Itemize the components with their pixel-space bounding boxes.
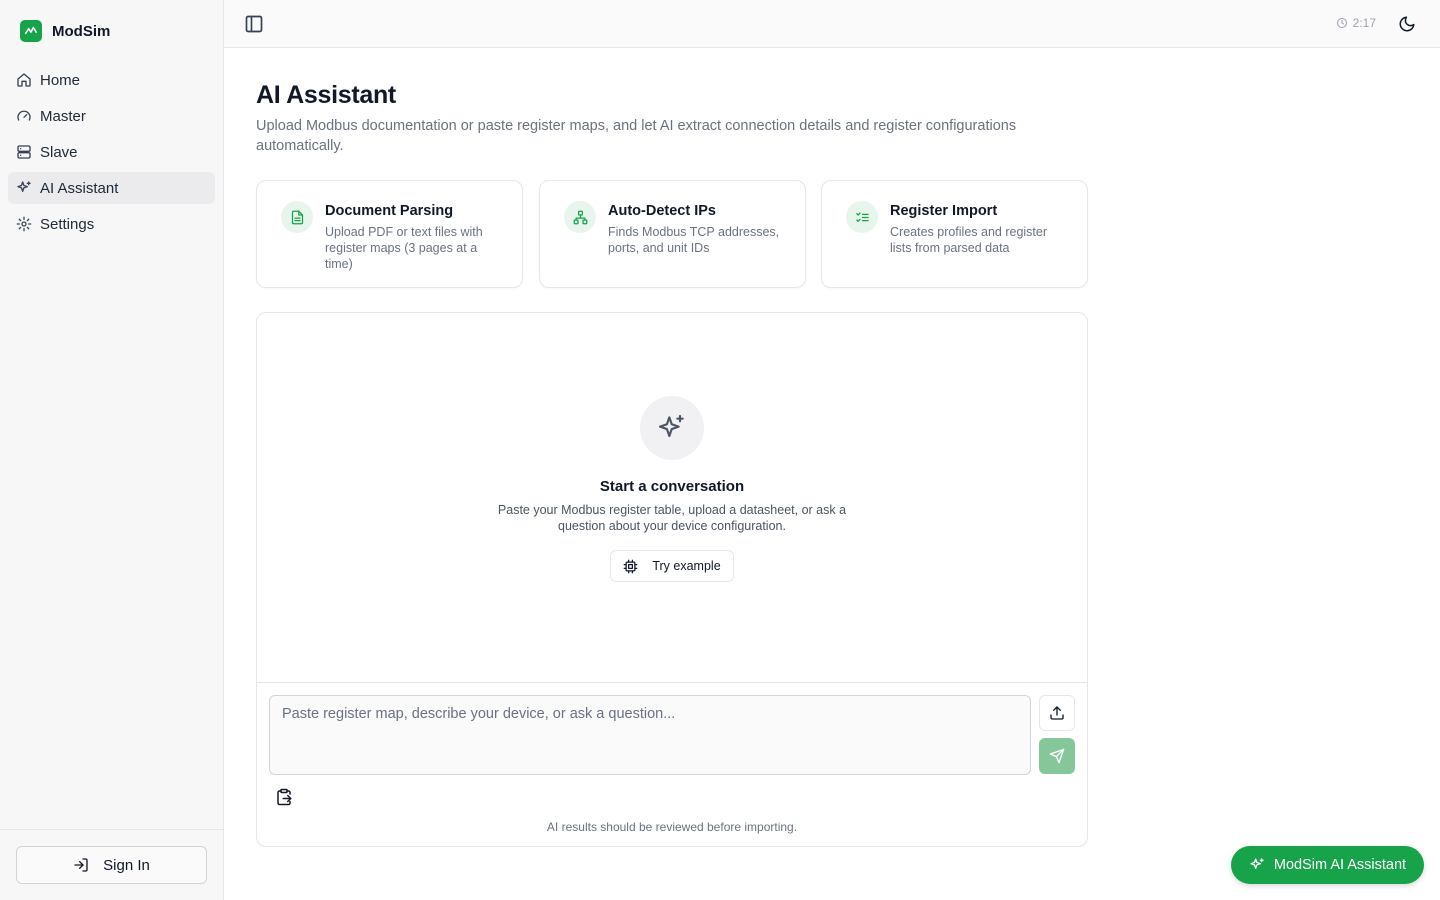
feature-card-document-parsing: Document Parsing Upload PDF or text file… [256, 180, 523, 288]
feature-title: Register Import [890, 203, 998, 219]
timer-value: 2:17 [1352, 16, 1376, 30]
clock-icon [1336, 17, 1348, 29]
page-description: Upload Modbus documentation or paste reg… [256, 118, 1017, 154]
sidebar-item-slave[interactable]: Slave [8, 136, 215, 168]
activity-logo-icon [20, 20, 42, 42]
home-icon [16, 72, 32, 88]
send-button[interactable] [1039, 738, 1075, 774]
try-example-label: Try example [652, 559, 721, 573]
empty-state-title: Start a conversation [599, 478, 745, 495]
page-title: AI Assistant [256, 81, 396, 109]
sparkles-icon [640, 396, 704, 460]
feature-card-auto-detect-ips: Auto-Detect IPs Finds Modbus TCP address… [539, 180, 806, 288]
clipboard-paste-icon[interactable] [275, 788, 293, 806]
list-checks-icon [846, 201, 878, 233]
try-example-button[interactable]: Try example [610, 550, 734, 582]
sidebar-nav: Home Master Slave AI Assistant Settings [8, 64, 215, 244]
network-icon [564, 201, 596, 233]
sparkles-icon [1249, 857, 1265, 873]
ai-disclaimer: AI results should be reviewed before imp… [546, 820, 798, 834]
sidebar-toggle-icon[interactable] [244, 14, 264, 34]
sidebar-item-ai-assistant[interactable]: AI Assistant [8, 172, 215, 204]
sidebar-item-label: Home [40, 71, 81, 89]
gear-icon [16, 216, 32, 232]
sidebar-item-label: Settings [40, 215, 95, 233]
feature-description: Creates profiles and register lists from… [890, 225, 1048, 255]
moon-icon[interactable] [1398, 15, 1416, 33]
feature-title: Document Parsing [325, 203, 454, 219]
ai-assistant-fab-button[interactable]: ModSim AI Assistant [1231, 846, 1424, 884]
log-in-icon [73, 857, 89, 873]
sidebar-item-label: Master [40, 107, 86, 125]
brand-name: ModSim [52, 22, 111, 40]
upload-file-button[interactable] [1039, 695, 1075, 731]
sidebar-item-label: AI Assistant [40, 179, 119, 197]
gauge-icon [16, 108, 32, 124]
sign-in-label: Sign In [103, 856, 150, 874]
upload-icon [1049, 705, 1065, 721]
cpu-icon [623, 559, 638, 574]
sidebar-item-home[interactable]: Home [8, 64, 215, 96]
feature-card-register-import: Register Import Creates profiles and reg… [821, 180, 1088, 288]
server-icon [16, 144, 32, 160]
chat-panel: Start a conversation Paste your Modbus r… [256, 312, 1088, 847]
sidebar: ModSim Home Master Slave AI Assistant Se… [0, 0, 224, 900]
sign-in-button[interactable]: Sign In [16, 846, 207, 884]
brand[interactable]: ModSim [20, 20, 110, 42]
sparkles-icon [16, 180, 32, 196]
send-icon [1049, 748, 1065, 764]
sidebar-footer: Sign In [0, 829, 223, 900]
feature-description: Upload PDF or text files with register m… [325, 225, 483, 271]
empty-state-description: Paste your Modbus register table, upload… [497, 503, 847, 533]
sidebar-item-label: Slave [40, 143, 78, 161]
feature-title: Auto-Detect IPs [608, 203, 716, 219]
file-text-icon [281, 201, 313, 233]
session-timer: 2:17 [1336, 16, 1376, 30]
sidebar-item-master[interactable]: Master [8, 100, 215, 132]
topbar: 2:17 [224, 0, 1440, 48]
fab-label: ModSim AI Assistant [1273, 857, 1407, 873]
feature-description: Finds Modbus TCP addresses, ports, and u… [608, 225, 780, 255]
sidebar-item-settings[interactable]: Settings [8, 208, 215, 240]
message-composer: AI results should be reviewed before imp… [257, 682, 1087, 846]
message-input[interactable] [269, 695, 1031, 775]
